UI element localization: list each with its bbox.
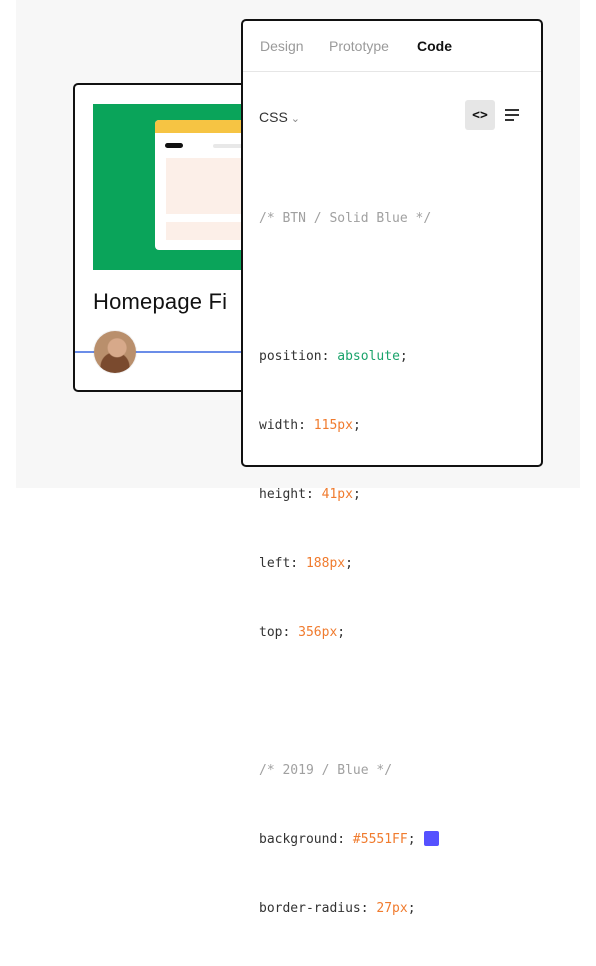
tab-prototype[interactable]: Prototype: [329, 38, 389, 54]
code-line: left: 188px;: [259, 556, 353, 571]
tab-code[interactable]: Code: [417, 38, 452, 54]
color-swatch[interactable]: [423, 831, 439, 846]
tab-bar: Design Prototype Code: [243, 21, 541, 72]
file-thumbnail: [93, 104, 261, 270]
list-icon[interactable]: [505, 109, 519, 121]
inspect-panel: Design Prototype Code CSS ⌄ <> /* BTN / S…: [241, 19, 543, 916]
code-line: top: 356px;: [259, 625, 346, 640]
avatar[interactable]: [94, 331, 136, 373]
language-dropdown[interactable]: CSS ⌄: [259, 109, 300, 125]
browser-nav-logo: [165, 143, 183, 148]
chevron-down-icon: ⌄: [290, 113, 301, 125]
code-block: /* BTN / Solid Blue */ position: absolut…: [259, 161, 531, 966]
code-line: background: #5551FF;: [259, 828, 531, 851]
code-comment: /* 2019 / Blue */: [259, 763, 393, 778]
code-line: height: 41px;: [259, 487, 361, 502]
code-line: position: absolute;: [259, 349, 408, 364]
file-card[interactable]: Homepage Fi: [73, 83, 263, 392]
code-line: width: 115px;: [259, 418, 361, 433]
code-brackets-icon[interactable]: <>: [465, 100, 495, 130]
code-line: border-radius: 27px;: [259, 901, 416, 916]
file-title: Homepage Fi: [93, 289, 228, 314]
language-label: CSS: [259, 109, 288, 125]
code-comment: /* BTN / Solid Blue */: [259, 211, 432, 226]
tab-design[interactable]: Design: [260, 38, 304, 54]
